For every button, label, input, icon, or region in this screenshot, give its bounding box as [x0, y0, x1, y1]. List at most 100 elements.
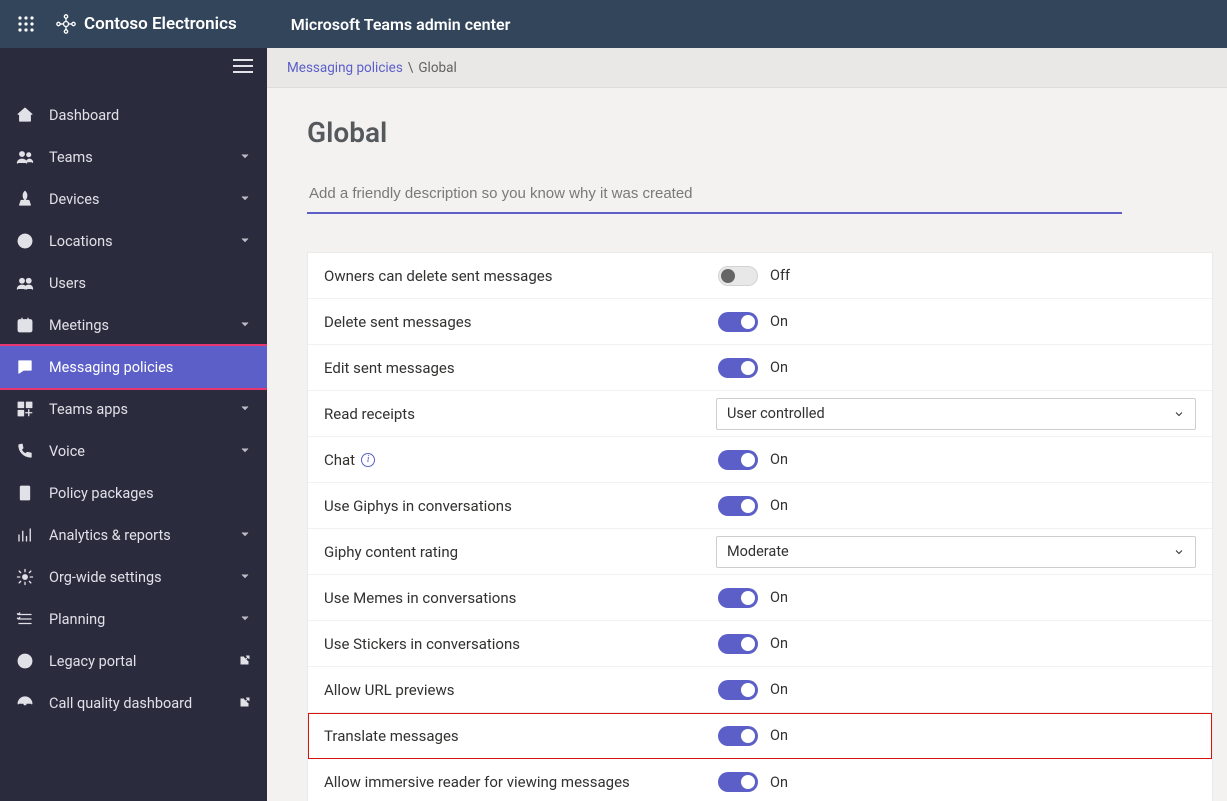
sidebar-item-label: Devices [49, 191, 225, 208]
sidebar-item-label: Voice [49, 443, 225, 460]
chevron-down-icon [239, 569, 251, 586]
settings-panel: Owners can delete sent messages Off Delete… [307, 252, 1213, 801]
select-dropdown[interactable]: User controlled [716, 398, 1196, 430]
breadcrumb-parent-link[interactable]: Messaging policies [287, 60, 403, 76]
chevron-down-icon [1173, 408, 1185, 420]
org-logo-icon [56, 14, 76, 34]
sidebar-item-label: Users [49, 275, 251, 292]
chevron-down-icon [239, 233, 251, 250]
setting-row: Allow immersive reader for viewing messa… [308, 759, 1212, 801]
teams-icon [15, 148, 35, 166]
setting-label: Read receipts [324, 405, 415, 423]
voice-icon [15, 442, 35, 460]
sidebar-item-devices[interactable]: Devices [0, 178, 267, 220]
setting-row: Read receipts User controlled [308, 391, 1212, 437]
setting-label: Allow immersive reader for viewing messa… [324, 773, 630, 791]
setting-row: Use Memes in conversations On [308, 575, 1212, 621]
hamburger-icon [233, 58, 253, 74]
setting-row: ChatiOn [308, 437, 1212, 483]
sidebar-item-label: Messaging policies [49, 359, 251, 376]
setting-row: Giphy content rating Moderate [308, 529, 1212, 575]
toggle-state-text: On [770, 727, 788, 744]
setting-row: Translate messagesOn [308, 713, 1212, 759]
toggle-state-text: On [770, 497, 788, 514]
gear-icon [15, 568, 35, 586]
page-title: Global [307, 116, 1187, 149]
org-brand[interactable]: Contoso Electronics [56, 14, 237, 34]
sidebar-item-users[interactable]: Users [0, 262, 267, 304]
sidebar-item-policy-packages[interactable]: Policy packages [0, 472, 267, 514]
toggle-switch[interactable] [718, 680, 758, 700]
toggle-state-text: Off [770, 267, 790, 284]
chevron-down-icon [239, 401, 251, 418]
toggle-switch[interactable] [718, 634, 758, 654]
toggle-switch[interactable] [718, 450, 758, 470]
toggle-switch[interactable] [718, 266, 758, 286]
description-input[interactable] [307, 179, 1122, 214]
select-dropdown[interactable]: Moderate [716, 536, 1196, 568]
toggle-switch[interactable] [718, 726, 758, 746]
select-value: User controlled [727, 405, 825, 422]
setting-row: Use Stickers in conversationsOn [308, 621, 1212, 667]
setting-row: Delete sent messagesOn [308, 299, 1212, 345]
info-icon[interactable]: i [361, 453, 375, 467]
sidebar-item-analytics-reports[interactable]: Analytics & reports [0, 514, 267, 556]
toggle-state-text: On [770, 359, 788, 376]
app-launcher-button[interactable] [10, 8, 42, 40]
toggle-state-text: On [770, 635, 788, 652]
setting-row: Use Giphys in conversationsOn [308, 483, 1212, 529]
setting-label: Edit sent messages [324, 359, 455, 377]
sidebar-item-planning[interactable]: Planning [0, 598, 267, 640]
toggle-state-text: On [770, 589, 788, 606]
chevron-down-icon [239, 527, 251, 544]
sidebar-item-label: Dashboard [49, 107, 251, 124]
toggle-switch[interactable] [718, 588, 758, 608]
toggle-switch[interactable] [718, 772, 758, 792]
sidebar-item-locations[interactable]: Locations [0, 220, 267, 262]
external-link-icon [239, 653, 251, 670]
chevron-down-icon [1173, 546, 1185, 558]
sidebar-item-messaging-policies[interactable]: Messaging policies [0, 344, 267, 390]
globe-icon [15, 232, 35, 250]
chat-icon [15, 358, 35, 376]
sidebar-item-label: Analytics & reports [49, 527, 225, 544]
sidebar-collapse-button[interactable] [233, 58, 253, 78]
sidebar-item-label: Teams apps [49, 401, 225, 418]
waffle-icon [18, 16, 34, 32]
sidebar-item-meetings[interactable]: Meetings [0, 304, 267, 346]
planning-icon [15, 610, 35, 628]
apps-icon [15, 400, 35, 418]
setting-label: Owners can delete sent messages [324, 267, 552, 285]
home-icon [15, 106, 35, 124]
analytics-icon [15, 526, 35, 544]
sidebar-item-call-quality-dashboard[interactable]: Call quality dashboard [0, 682, 267, 724]
sidebar-item-voice[interactable]: Voice [0, 430, 267, 472]
sidebar-item-label: Locations [49, 233, 225, 250]
users-icon [15, 274, 35, 292]
toggle-state-text: On [770, 774, 788, 791]
toggle-switch[interactable] [718, 496, 758, 516]
sidebar-item-label: Legacy portal [49, 653, 219, 670]
sidebar-item-teams[interactable]: Teams [0, 136, 267, 178]
chevron-down-icon [239, 611, 251, 628]
sidebar: Dashboard Teams Devices Locations Users Meeti… [0, 48, 267, 801]
setting-label: Use Memes in conversations [324, 589, 516, 607]
devices-icon [15, 190, 35, 208]
chevron-down-icon [239, 317, 251, 334]
setting-row: Owners can delete sent messages Off [308, 253, 1212, 299]
chevron-down-icon [239, 443, 251, 460]
chevron-down-icon [239, 191, 251, 208]
select-value: Moderate [727, 543, 789, 560]
setting-label: Giphy content rating [324, 543, 458, 561]
toggle-switch[interactable] [718, 358, 758, 378]
setting-label: Delete sent messages [324, 313, 471, 331]
dashboard-icon [15, 694, 35, 712]
sidebar-item-legacy-portal[interactable]: Legacy portal [0, 640, 267, 682]
toggle-state-text: On [770, 681, 788, 698]
sidebar-item-label: Teams [49, 149, 225, 166]
toggle-switch[interactable] [718, 312, 758, 332]
sidebar-item-teams-apps[interactable]: Teams apps [0, 388, 267, 430]
sidebar-item-org-wide-settings[interactable]: Org-wide settings [0, 556, 267, 598]
external-link-icon [239, 695, 251, 712]
sidebar-item-dashboard[interactable]: Dashboard [0, 94, 267, 136]
